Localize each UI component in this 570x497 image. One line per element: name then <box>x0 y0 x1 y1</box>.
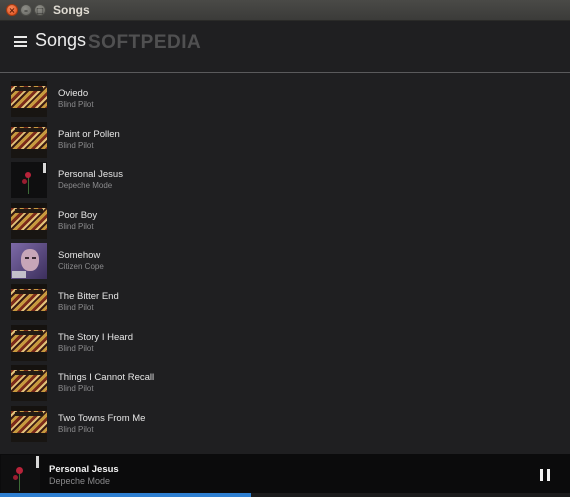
hamburger-icon[interactable] <box>14 36 27 47</box>
album-art <box>11 365 47 402</box>
song-title: The Bitter End <box>58 290 119 302</box>
now-playing-album-art <box>1 455 40 495</box>
app-header: Songs SOFTPEDIA <box>0 21 570 73</box>
song-list: Oviedo Blind Pilot Paint or Pollen Blind Pi… <box>0 80 570 445</box>
song-title: Oviedo <box>58 88 89 99</box>
playback-progress-bar[interactable] <box>0 493 570 497</box>
album-art <box>11 243 47 280</box>
song-title: Somehow <box>58 250 101 262</box>
page-title: Songs <box>35 30 87 50</box>
song-title: Things I Cannot Recall <box>58 372 155 384</box>
album-art <box>11 121 47 158</box>
song-artist: Blind Pilot <box>58 343 94 353</box>
window-titlebar: × – □ Songs <box>0 0 570 21</box>
song-row[interactable]: Two Towns From Me Blind Pilot <box>0 405 570 446</box>
song-artist: Blind Pilot <box>58 100 94 109</box>
song-row[interactable]: Personal Jesus Depeche Mode <box>0 161 570 202</box>
song-artist: Depeche Mode <box>58 181 113 191</box>
now-playing-title: Personal Jesus <box>49 464 119 475</box>
album-art <box>11 202 47 239</box>
maximize-window-button[interactable]: □ <box>34 4 46 16</box>
song-row[interactable]: Somehow Citizen Cope <box>0 242 570 283</box>
song-row[interactable]: Paint or Pollen Blind Pilot <box>0 121 570 162</box>
song-row[interactable]: Things I Cannot Recall Blind Pilot <box>0 364 570 405</box>
song-row[interactable]: Oviedo Blind Pilot <box>0 80 570 121</box>
album-art <box>11 405 47 442</box>
album-art <box>11 324 47 361</box>
song-row[interactable]: Poor Boy Blind Pilot <box>0 202 570 243</box>
watermark: SOFTPEDIA <box>88 32 202 53</box>
song-artist: Citizen Cope <box>58 262 104 272</box>
song-row[interactable]: The Story I Heard Blind Pilot <box>0 324 570 365</box>
pause-icon[interactable] <box>540 469 551 481</box>
album-art <box>11 283 47 320</box>
song-artist: Blind Pilot <box>58 302 94 312</box>
close-window-button[interactable]: × <box>6 4 18 16</box>
song-artist: Blind Pilot <box>58 221 94 231</box>
album-art <box>11 162 47 199</box>
now-playing-bar: Personal Jesus Depeche Mode <box>0 454 570 497</box>
song-row[interactable]: The Bitter End Blind Pilot <box>0 283 570 324</box>
window-title: Songs <box>53 3 90 17</box>
song-artist: Blind Pilot <box>58 424 94 434</box>
minimize-window-button[interactable]: – <box>20 4 32 16</box>
song-title: The Story I Heard <box>58 331 133 343</box>
song-artist: Blind Pilot <box>58 384 94 394</box>
playback-progress-fill <box>0 493 251 497</box>
song-title: Two Towns From Me <box>58 412 146 424</box>
song-title: Poor Boy <box>58 209 98 221</box>
song-artist: Blind Pilot <box>58 140 94 150</box>
album-art <box>11 81 47 117</box>
song-title: Paint or Pollen <box>58 128 120 140</box>
now-playing-artist: Depeche Mode <box>49 476 111 486</box>
song-title: Personal Jesus <box>58 169 123 181</box>
